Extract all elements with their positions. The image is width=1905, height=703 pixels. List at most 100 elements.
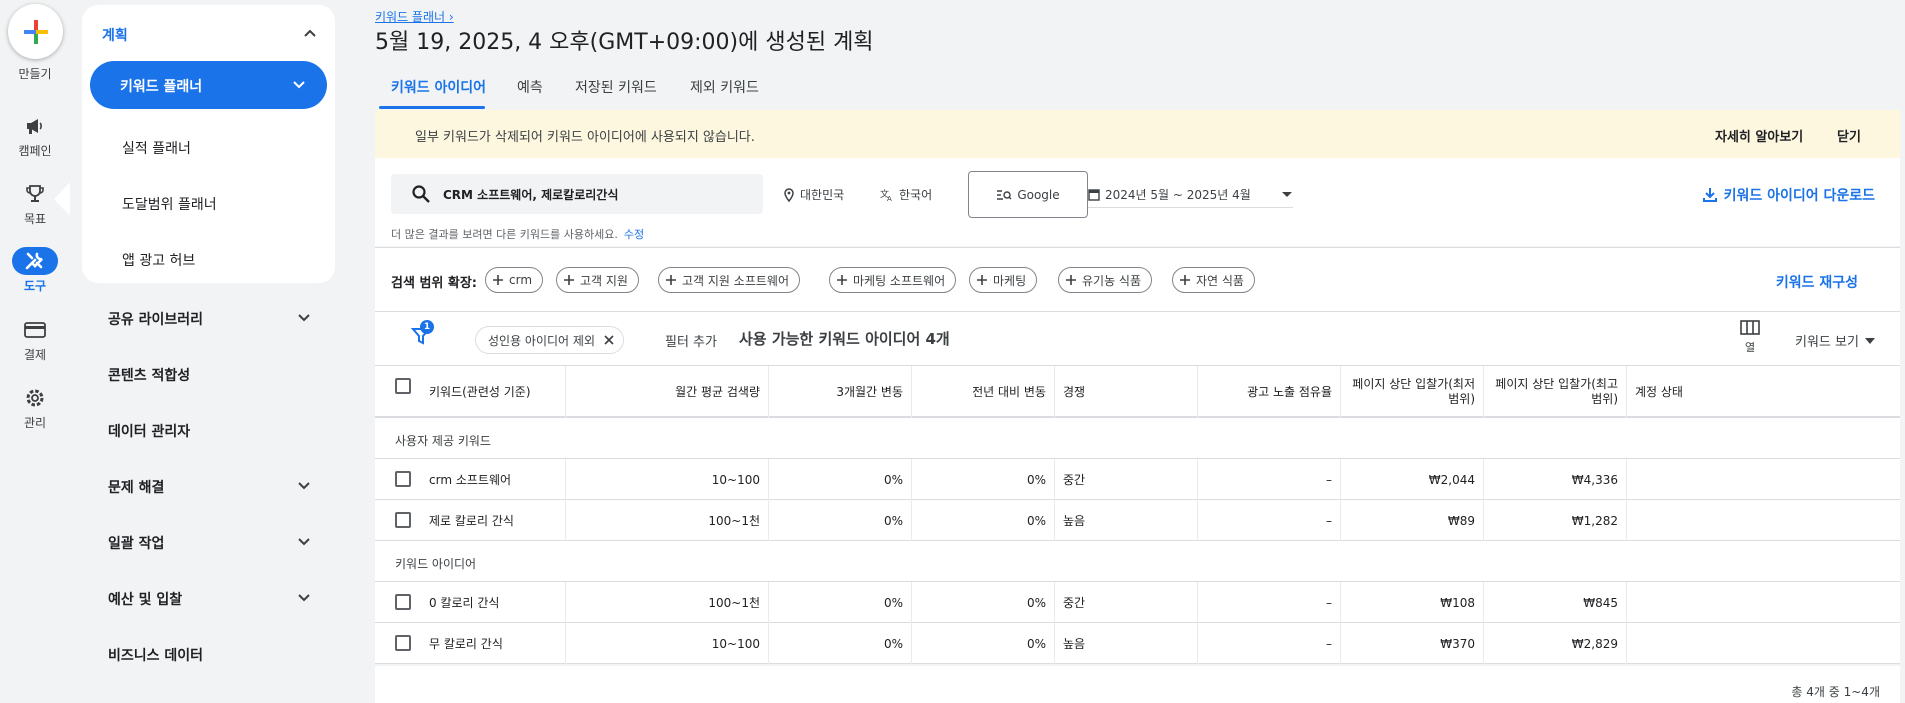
nav-item-performance-planner[interactable]: 실적 플래너 — [122, 138, 191, 158]
nav-item-app-ad-hub[interactable]: 앱 광고 허브 — [122, 250, 195, 270]
suggestion-chip[interactable]: 고객 지원 — [556, 267, 639, 293]
nav-item-budgets-bidding[interactable]: 예산 및 입찰 — [108, 589, 182, 609]
rail-item-billing[interactable]: 결제 — [0, 316, 70, 363]
rail-item-tools[interactable]: 도구 — [0, 247, 70, 294]
col-top-bid-high[interactable]: 페이지 상단 입찰가(최고 범위) — [1484, 366, 1627, 418]
col-yoy-change[interactable]: 전년 대비 변동 — [912, 366, 1055, 418]
row-checkbox[interactable] — [395, 471, 411, 487]
nav-item-data-manager[interactable]: 데이터 관리자 — [108, 421, 190, 441]
cell-impression-share: – — [1198, 582, 1341, 623]
cell-keyword: 0 칼로리 간식 — [421, 582, 566, 623]
row-checkbox[interactable] — [395, 635, 411, 651]
chevron-down-icon[interactable] — [295, 588, 313, 610]
location-selector[interactable]: 대한민국 — [783, 186, 844, 203]
broaden-label: 검색 범위 확장: — [391, 276, 478, 291]
row-checkbox[interactable] — [395, 512, 411, 528]
breadcrumb-link[interactable]: 키워드 플래너 — [375, 10, 445, 24]
tab-negative-keywords[interactable]: 제외 키워드 — [690, 77, 759, 97]
cell-top-bid-high: ₩2,829 — [1484, 623, 1627, 664]
learn-more-button[interactable]: 자세히 알아보기 — [1715, 126, 1803, 145]
col-competition[interactable]: 경쟁 — [1055, 366, 1198, 418]
col-impression-share[interactable]: 광고 노출 점유율 — [1198, 366, 1341, 418]
chevron-up-icon[interactable] — [302, 25, 318, 45]
keyword-view-selector[interactable]: 키워드 보기 — [1795, 331, 1875, 350]
table-row[interactable]: crm 소프트웨어 10~100 0% 0% 중간 – ₩2,044 ₩4,336 — [375, 459, 1900, 500]
breadcrumb[interactable]: 키워드 플래너 › — [375, 8, 454, 25]
nav-item-bulk-actions[interactable]: 일괄 작업 — [108, 533, 164, 553]
cell-yoy-change: 0% — [912, 500, 1055, 541]
nav-item-content-suitability[interactable]: 콘텐츠 적합성 — [108, 365, 190, 385]
nav-item-shared-library[interactable]: 공유 라이브러리 — [108, 309, 203, 329]
table-row[interactable]: 무 칼로리 간식 10~100 0% 0% 높음 – ₩370 ₩2,829 — [375, 623, 1900, 664]
nav-item-business-data[interactable]: 비즈니스 데이터 — [108, 645, 203, 665]
cell-top-bid-high: ₩845 — [1484, 582, 1627, 623]
tab-forecast[interactable]: 예측 — [517, 77, 543, 97]
add-filter-button[interactable]: 필터 추가 — [665, 331, 717, 350]
edit-link[interactable]: 수정 — [624, 228, 644, 241]
trophy-icon — [12, 180, 58, 208]
suggestion-chip[interactable]: 고객 지원 소프트웨어 — [658, 267, 800, 293]
keyword-search-input[interactable]: CRM 소프트웨어, 제로칼로리간식 — [391, 174, 763, 214]
plus-icon — [1066, 275, 1076, 285]
suggestion-chip[interactable]: crm — [485, 267, 544, 293]
cell-avg-searches: 10~100 — [566, 459, 769, 500]
cell-account-status — [1627, 459, 1900, 500]
broaden-search-bar: 검색 범위 확장: crm 고객 지원 고객 지원 소프트웨어 마케팅 소프트웨어 마케… — [375, 247, 1900, 311]
tab-saved-keywords[interactable]: 저장된 키워드 — [575, 77, 657, 97]
network-selector[interactable]: Google — [968, 171, 1088, 218]
close-icon[interactable] — [603, 334, 615, 346]
suggestion-chip[interactable]: 자연 식품 — [1172, 267, 1255, 293]
nav-item-reach-planner[interactable]: 도달범위 플래너 — [122, 194, 217, 214]
cell-account-status — [1627, 500, 1900, 541]
language-selector[interactable]: 文A 한국어 — [880, 186, 932, 203]
cell-three-month-change: 0% — [769, 459, 912, 500]
chevron-down-icon[interactable] — [295, 476, 313, 498]
rail-item-label: 도구 — [23, 279, 47, 293]
search-value: CRM 소프트웨어, 제로칼로리간식 — [443, 188, 619, 202]
select-all-checkbox[interactable] — [395, 378, 411, 394]
rail-item-admin[interactable]: 관리 — [0, 384, 70, 431]
rail-item-campaigns[interactable]: 캠페인 — [0, 112, 70, 159]
filter-chip-adult[interactable]: 성인용 아이디어 제외 — [475, 326, 624, 354]
chip-label: 마케팅 — [993, 273, 1027, 288]
suggestion-chip[interactable]: 유기농 식품 — [1058, 267, 1153, 293]
megaphone-icon — [12, 112, 58, 140]
chevron-down-icon[interactable] — [295, 532, 313, 554]
col-top-bid-low[interactable]: 페이지 상단 입찰가(최저 범위) — [1341, 366, 1484, 418]
row-checkbox[interactable] — [395, 594, 411, 610]
nav-card-planning: 계획 키워드 플래너 실적 플래너 도달범위 플래너 앱 광고 허브 — [82, 5, 335, 283]
create-label: 만들기 — [18, 67, 52, 81]
caret-down-icon — [1864, 337, 1875, 344]
pagination-count: 총 4개 중 1~4개 — [1791, 685, 1880, 699]
refine-keywords-button[interactable]: 키워드 재구성 — [1776, 272, 1858, 292]
nav-section-title[interactable]: 계획 — [102, 25, 128, 45]
col-avg-searches[interactable]: 월간 평균 검색량 — [566, 366, 769, 418]
search-network-icon — [997, 189, 1012, 200]
col-three-month-change[interactable]: 3개월간 변동 — [769, 366, 912, 418]
columns-button[interactable]: 열 — [1740, 320, 1760, 355]
plus-icon — [23, 19, 48, 44]
group-label: 사용자 제공 키워드 — [395, 434, 491, 448]
create-button[interactable] — [8, 4, 63, 59]
view-label: 키워드 보기 — [1795, 335, 1859, 350]
table-row[interactable]: 0 칼로리 간식 100~1천 0% 0% 중간 – ₩108 ₩845 — [375, 582, 1900, 623]
filter-bar: 1 성인용 아이디어 제외 필터 추가 사용 가능한 키워드 아이디어 4개 열… — [375, 311, 1900, 366]
nav-item-troubleshooting[interactable]: 문제 해결 — [108, 477, 164, 497]
suggestion-chip[interactable]: 마케팅 — [969, 267, 1038, 293]
cell-three-month-change: 0% — [769, 623, 912, 664]
chevron-down-icon[interactable] — [295, 308, 313, 330]
suggestion-chip[interactable]: 마케팅 소프트웨어 — [829, 267, 957, 293]
col-account-status[interactable]: 계정 상태 — [1627, 366, 1900, 418]
chip-label: 마케팅 소프트웨어 — [853, 273, 946, 288]
download-keyword-ideas-button[interactable]: 키워드 아이디어 다운로드 — [1702, 185, 1875, 205]
date-range-selector[interactable]: 2024년 5월 ~ 2025년 4월 — [1088, 186, 1293, 208]
table-row[interactable]: 제로 칼로리 간식 100~1천 0% 0% 높음 – ₩89 ₩1,282 — [375, 500, 1900, 541]
col-keyword[interactable]: 키워드(관련성 기준) — [421, 366, 566, 418]
cell-top-bid-high: ₩1,282 — [1484, 500, 1627, 541]
close-button[interactable]: 닫기 — [1837, 126, 1861, 145]
plus-icon — [493, 275, 503, 285]
cell-three-month-change: 0% — [769, 582, 912, 623]
tab-keyword-ideas[interactable]: 키워드 아이디어 — [391, 77, 486, 97]
filter-chip-label: 성인용 아이디어 제외 — [488, 333, 595, 348]
nav-item-keyword-planner[interactable]: 키워드 플래너 — [90, 61, 327, 109]
